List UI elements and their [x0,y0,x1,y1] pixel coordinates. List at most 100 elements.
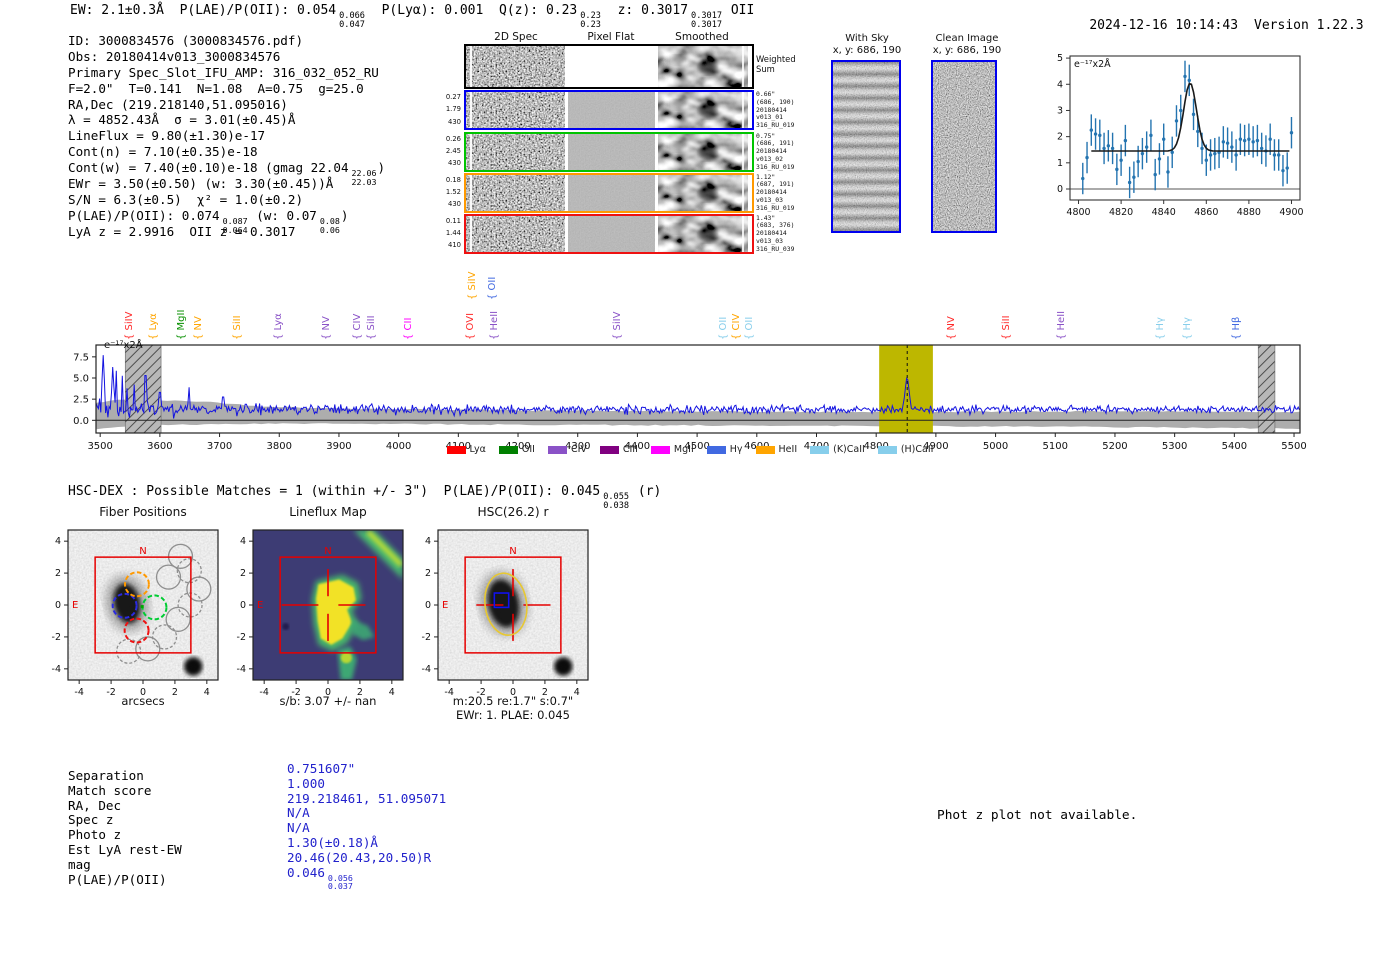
info-bounds: 0.08 0.06 [319,215,340,235]
fiber-weight-labels: 0.26 2.45 430 [445,134,461,168]
svg-text:0: 0 [240,600,246,611]
legend-swatch [810,445,830,454]
match-value-text: 1.30(±0.18)Å [287,835,378,850]
legend-label: (K)CaII [833,444,865,455]
spec2d-cell [466,46,565,87]
summary-text: OII [723,3,755,18]
full-spectrum-plot: 3500360037003800390040004100420043004400… [60,338,1320,456]
emission-line-label: { SiII [1001,315,1013,340]
emission-line-label: { CIV [730,313,742,340]
emission-line-labels: { SiIV { Lyα { MgII { NV { SiII { Lyα { NV { CI… [60,266,1320,342]
legend-label: Lyα [469,444,486,455]
emission-line-label: { OII [486,276,498,300]
legend-swatch [706,445,726,454]
emission-line-label: { CII [402,317,414,340]
detection-center-marker [140,605,144,609]
info-bounds: 22.06 22.03 [351,168,377,187]
fiber-cutout-row [464,90,754,130]
svg-text:-2: -2 [422,632,431,643]
cutout-caption: EWr: 1. PLAE: 0.045 [456,708,570,722]
spec2d-cell [658,174,748,211]
match-value-text: 1.000 [287,775,325,791]
summary-text: P(Lyα): 0.001 Q(z): 0.23 [365,3,578,18]
svg-text:5.0: 5.0 [73,374,89,385]
masked-region [124,344,162,434]
report-timestamp: 2024-12-16 10:14:43 [1089,18,1239,33]
emission-line-label: { SiII [232,315,244,340]
clean-image [931,60,997,233]
spec2d-cutout-grid: 2D Spec Pixel Flat Smoothed Weighted Sum 0.27… [443,31,803,259]
with-sky-image [831,60,901,233]
match-value-text: 219.218461, 51.095071 [287,790,447,806]
spec2d-cell [466,92,565,128]
legend-label: (H)CaII [900,444,934,455]
detection-highlight-band [879,345,933,433]
svg-text:2.5: 2.5 [73,395,89,406]
summary-bounds: 0.23 0.23 [580,11,601,31]
compass-east: E [72,600,78,611]
info-text: ) [340,207,349,223]
report-version: Version 1.22.3 [1254,18,1364,33]
emission-line-label: { SiIV [467,271,478,300]
cutout-title: Lineflux Map [289,505,367,519]
legend-item: (K)CaII [810,444,865,455]
info-line: F=2.0" T=0.141 N=1.08 A=0.75 g=25.0 [68,81,385,97]
emission-line-label: { Hγ [1181,317,1193,340]
spec2d-cell [466,174,565,211]
spectrum-svg: 3500360037003800390040004100420043004400… [73,338,1307,452]
legend-swatch [877,445,897,454]
legend-item: CIV [547,444,587,455]
svg-text:5: 5 [1057,53,1063,64]
svg-text:4840: 4840 [1152,207,1176,218]
legend-item: Lyα [446,444,486,455]
svg-text:4820: 4820 [1109,207,1133,218]
spec2d-cell [568,46,655,87]
legend-item: (H)CaII [877,444,934,455]
fiber-weight-labels: 0.27 1.79 430 [445,93,461,126]
hsc-text: HSC-DEX : Possible Matches = 1 (within +… [68,484,601,499]
spectrum-legend: Lyα OII CIV CIII MgII Hγ HeII (K)CaII (H)CaII [60,444,1320,455]
fiber-weight-labels: 0.18 1.52 430 [445,175,461,209]
info-text: ID: 3000834576 (3000834576.pdf) [68,33,304,48]
photz-note: Phot z plot not available. [937,808,1138,823]
compass-north: N [139,546,146,557]
legend-label: MgII [673,444,694,455]
sky-panel-title: With Sky x, y: 686, 190 [832,33,902,56]
emission-line-label: { HeII [1056,310,1068,340]
emission-line-label: { NV [945,316,957,340]
match-value-text: 0.046 [287,864,325,880]
info-line: Cont(n) = 7.10(±0.35)e-18 [68,144,385,160]
svg-text:7.5: 7.5 [73,352,89,363]
match-value-text: N/A [287,805,310,821]
svg-text:2: 2 [55,568,61,579]
svg-text:e⁻¹⁷x2Å: e⁻¹⁷x2Å [1074,58,1111,70]
legend-item: MgII [650,444,694,455]
legend-swatch [755,445,775,454]
spec2d-cell [568,174,655,211]
match-row-label: Match score [68,782,152,798]
spec2d-cell [466,133,565,170]
svg-text:-2: -2 [237,632,246,643]
emission-line-label: { OII [717,316,729,340]
summary-bounds: 0.066 0.047 [339,11,365,31]
info-text: LyA z = 2.9916 OII z = 0.3017 [68,223,296,239]
legend-label: CIII [622,444,638,455]
match-row-label: RA, Dec [68,797,122,813]
emission-line-label: { MgII [175,309,187,340]
emission-line-label: { Hβ [1230,316,1242,340]
summary-text: EW: 2.1±0.3Å P(LAE)/P(OII): 0.054 [70,3,337,18]
svg-text:0: 0 [425,600,431,611]
emission-line-label: { SiIV [123,311,135,340]
legend-item: Hγ [706,444,743,455]
cutout-title: Fiber Positions [99,505,187,519]
sky-image-panels: With Sky x, y: 686, 190 Clean Image x, y: 6… [828,31,1008,243]
info-line: EWr = 3.50(±0.50) (w: 3.30(±0.45))Å [68,176,385,192]
emission-line-label: { NV [193,316,204,340]
spec2d-col-title: Smoothed [675,31,729,43]
svg-text:2: 2 [1057,132,1063,143]
emission-line-label: { OII [744,316,755,340]
spec2d-cell [568,133,655,170]
match-row-label: Separation [68,768,144,783]
svg-text:e⁻¹⁷x2Å: e⁻¹⁷x2Å [104,338,143,351]
match-value-text: 20.46(20.43,20.50)R [287,849,432,865]
